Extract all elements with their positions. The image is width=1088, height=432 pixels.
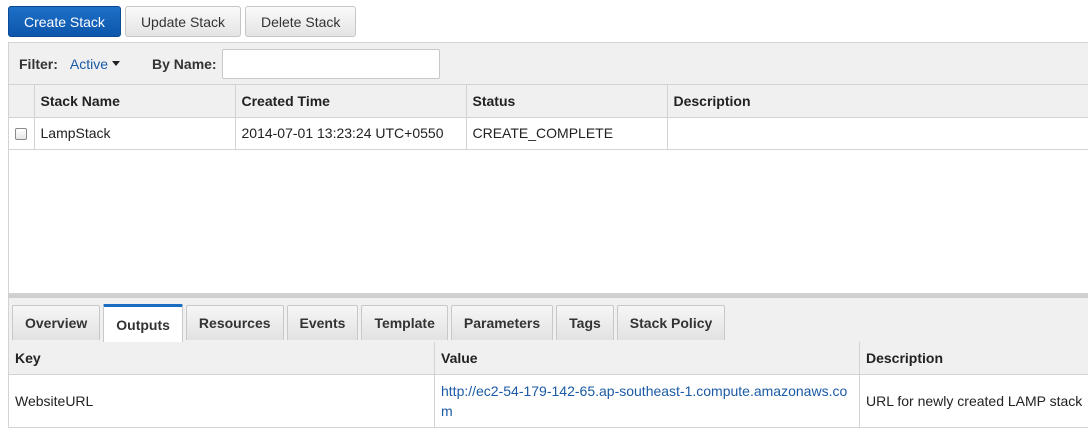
tab-parameters[interactable]: Parameters: [450, 305, 554, 340]
create-stack-button[interactable]: Create Stack: [8, 6, 121, 37]
table-row: WebsiteURL http://ec2-54-179-142-65.ap-s…: [8, 373, 1088, 428]
outputs-table: Key Value Description WebsiteURL http://…: [8, 342, 1088, 428]
select-column-header: [9, 85, 35, 118]
output-description-cell: URL for newly created LAMP stack: [859, 373, 1088, 428]
output-key-cell: WebsiteURL: [8, 373, 435, 428]
column-header-description[interactable]: Description: [667, 85, 1088, 118]
column-header-output-description: Description: [859, 342, 1088, 375]
outputs-table-header: Key Value Description: [8, 342, 1088, 375]
tab-overview[interactable]: Overview: [12, 305, 101, 340]
filter-bar: Filter: Active By Name:: [9, 43, 1088, 85]
tab-tags[interactable]: Tags: [556, 305, 614, 340]
table-row[interactable]: LampStack 2014-07-01 13:23:24 UTC+0550 C…: [9, 117, 1088, 150]
by-name-input[interactable]: [221, 48, 440, 79]
tab-template[interactable]: Template: [361, 305, 448, 340]
tab-outputs[interactable]: Outputs: [103, 304, 183, 342]
stack-toolbar: Create Stack Update Stack Delete Stack: [8, 6, 357, 37]
column-header-status[interactable]: Status: [466, 85, 668, 118]
created-time-cell: 2014-07-01 13:23:24 UTC+0550: [235, 117, 467, 150]
tab-stack-policy[interactable]: Stack Policy: [616, 305, 726, 340]
tab-events[interactable]: Events: [286, 305, 359, 340]
detail-tabs: Overview Outputs Resources Events Templa…: [8, 298, 1088, 342]
filter-dropdown[interactable]: Active: [69, 55, 121, 72]
by-name-label: By Name:: [152, 55, 217, 72]
stack-table-header: Stack Name Created Time Status Descripti…: [9, 85, 1088, 118]
tab-resources[interactable]: Resources: [185, 305, 284, 340]
description-cell: [667, 117, 1088, 150]
checkbox-icon[interactable]: [15, 128, 28, 141]
website-url-link[interactable]: http://ec2-54-179-142-65.ap-southeast-1.…: [434, 373, 860, 428]
stack-name-cell: LampStack: [34, 117, 236, 150]
stack-list-panel: Filter: Active By Name: Stack Name Creat…: [8, 42, 1088, 294]
row-select-cell: [9, 117, 35, 150]
stack-table: Stack Name Created Time Status Descripti…: [9, 85, 1088, 150]
caret-down-icon: [112, 61, 121, 66]
delete-stack-button[interactable]: Delete Stack: [245, 6, 357, 37]
status-cell: CREATE_COMPLETE: [466, 117, 668, 150]
column-header-created-time[interactable]: Created Time: [235, 85, 467, 118]
filter-label: Filter:: [19, 55, 58, 72]
column-header-value: Value: [434, 342, 860, 375]
column-header-key: Key: [8, 342, 435, 375]
filter-value: Active: [69, 55, 109, 72]
update-stack-button[interactable]: Update Stack: [124, 6, 241, 37]
column-header-stack-name[interactable]: Stack Name: [34, 85, 236, 118]
